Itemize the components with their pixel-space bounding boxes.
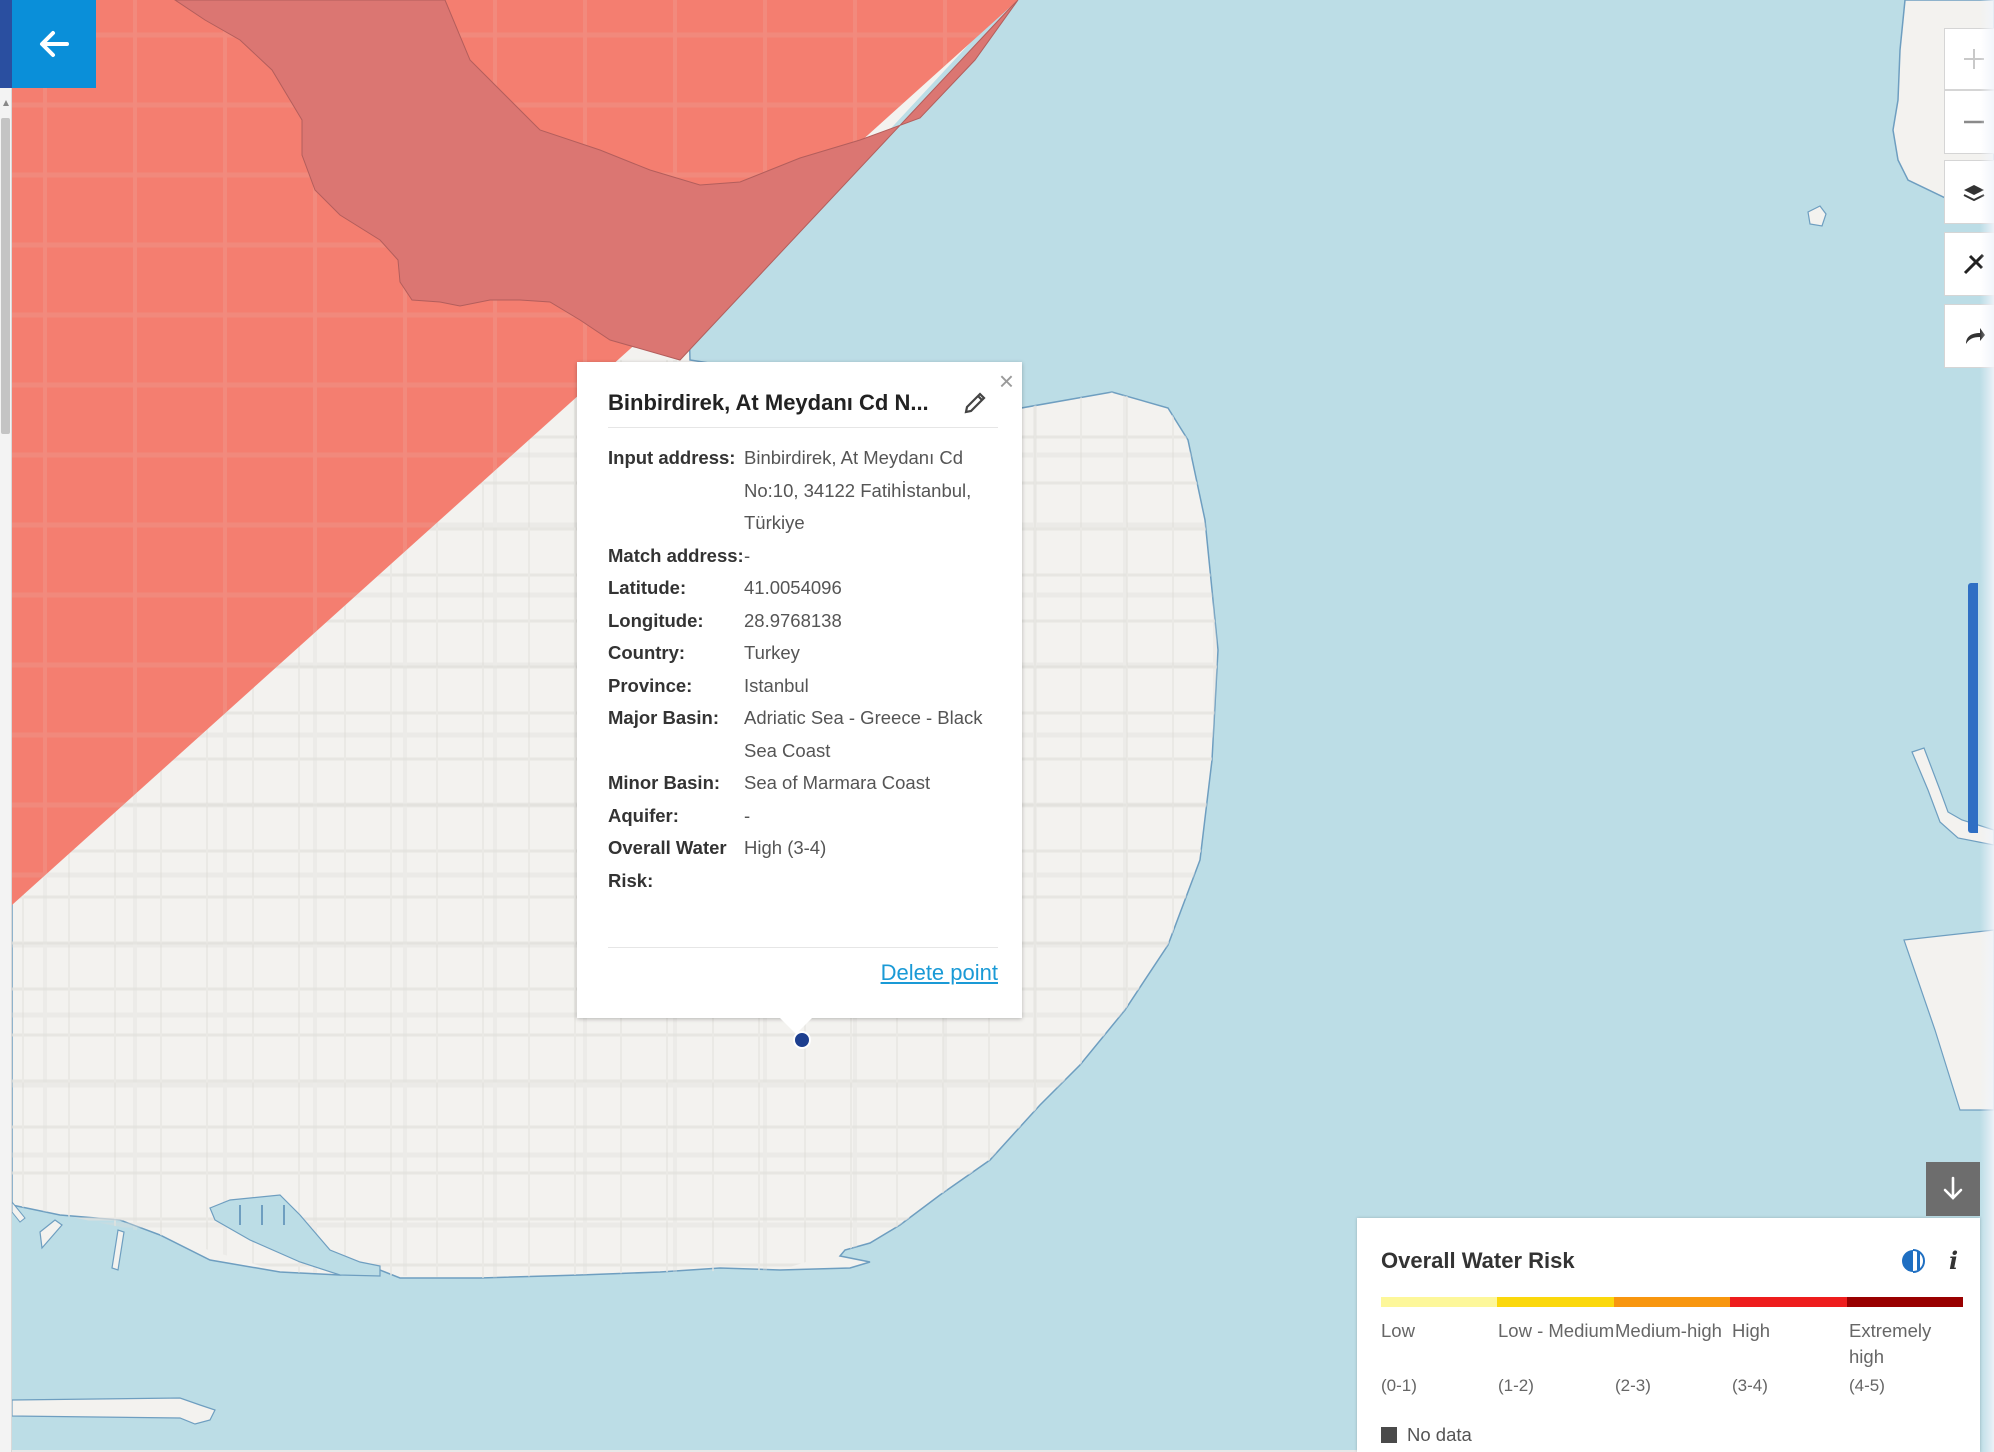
legend-panel: Overall Water Risk i Low (0-1) Low - Mediu… xyxy=(1357,1218,1980,1452)
download-button[interactable] xyxy=(1926,1162,1980,1216)
detail-row: Major Basin: Adriatic Sea - Greece - Blac… xyxy=(608,707,983,761)
sidebar-accent xyxy=(0,0,12,88)
popup-title: Binbirdirek, At Meydanı Cd N... xyxy=(608,389,929,415)
sidebar-scrollbar[interactable] xyxy=(1,118,10,434)
no-data-swatch xyxy=(1381,1427,1397,1443)
panel-handle[interactable] xyxy=(1968,583,1978,833)
close-icon[interactable]: × xyxy=(999,368,1014,394)
location-marker[interactable] xyxy=(793,1031,811,1049)
right-edge xyxy=(1980,0,1994,1452)
legend-category-label: Low - Medium xyxy=(1498,1320,1615,1341)
detail-row: Overall Water Risk: High (3-4) xyxy=(608,837,827,891)
pencil-icon[interactable] xyxy=(962,390,988,421)
legend-category: Low - Medium (1-2) xyxy=(1498,1318,1615,1396)
detail-row: Match address: - xyxy=(608,544,751,566)
legend-categories: Low (0-1) Low - Medium (1-2) Medium-high (2-3… xyxy=(1381,1318,1981,1396)
no-data-label: No data xyxy=(1407,1424,1472,1445)
legend-category: High (3-4) xyxy=(1732,1318,1849,1396)
legend-category-label: Extremely high xyxy=(1849,1320,1932,1367)
detail-row: Input address: Binbirdirek, At Meydanı Cd… xyxy=(608,447,972,533)
detail-row: Latitude: 41.0054096 xyxy=(608,577,842,598)
sidebar-edge xyxy=(0,0,12,1452)
legend-swatch xyxy=(1497,1297,1614,1307)
legend-title: Overall Water Risk xyxy=(1381,1248,1575,1273)
legend-category: Extremely high (4-5) xyxy=(1849,1318,1966,1396)
legend-category-range: (4-5) xyxy=(1849,1376,1885,1395)
legend-swatch xyxy=(1613,1297,1731,1307)
popup-details: Input address: Binbirdirek, At Meydanı Cd… xyxy=(608,442,1008,897)
arrow-down-icon xyxy=(1943,1176,1963,1200)
legend-no-data: No data xyxy=(1381,1424,1472,1446)
legend-category-label: Low xyxy=(1381,1320,1415,1341)
legend-category: Medium-high (2-3) xyxy=(1615,1318,1732,1396)
detail-row: Minor Basin: Sea of Marmara Coast xyxy=(608,772,931,793)
detail-row: Longitude: 28.9768138 xyxy=(608,609,842,631)
detail-row: Province: Istanbul xyxy=(608,674,809,696)
arrow-left-icon xyxy=(40,31,69,57)
legend-swatch xyxy=(1846,1297,1964,1307)
location-popup: × Binbirdirek, At Meydanı Cd N... Input … xyxy=(577,362,1022,1034)
legend-swatch xyxy=(1381,1297,1498,1307)
popup-header: Binbirdirek, At Meydanı Cd N... xyxy=(608,388,998,428)
detail-row: Country: Turkey xyxy=(608,642,800,663)
back-button[interactable] xyxy=(12,0,96,88)
legend-category-label: Medium-high xyxy=(1615,1320,1722,1341)
legend-color-bar xyxy=(1381,1297,1964,1307)
legend-category-range: (2-3) xyxy=(1615,1376,1651,1395)
legend-category-label: High xyxy=(1732,1320,1771,1341)
opacity-toggle-icon[interactable] xyxy=(1901,1248,1925,1279)
detail-row: Aquifer: - xyxy=(608,804,751,826)
legend-category: Low (0-1) xyxy=(1381,1318,1498,1396)
legend-category-range: (3-4) xyxy=(1732,1376,1768,1395)
info-icon[interactable]: i xyxy=(1949,1246,1958,1275)
scroll-up-icon[interactable] xyxy=(3,100,9,106)
legend-swatch xyxy=(1730,1297,1847,1307)
delete-point-link[interactable]: Delete point xyxy=(881,960,998,986)
popup-footer: Delete point xyxy=(608,947,998,985)
legend-category-range: (0-1) xyxy=(1381,1376,1417,1395)
legend-category-range: (1-2) xyxy=(1498,1376,1534,1395)
